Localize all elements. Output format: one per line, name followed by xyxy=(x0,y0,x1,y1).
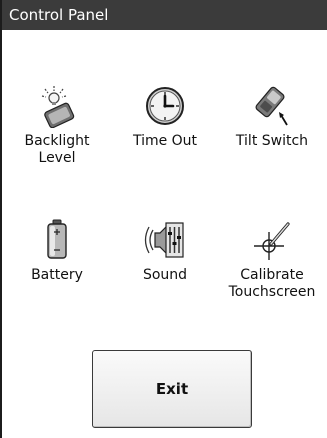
backlight-level-label: Backlight Level xyxy=(24,133,90,166)
sound-item[interactable]: Sound xyxy=(115,218,215,284)
time-out-label: Time Out xyxy=(132,133,198,149)
backlight-icon xyxy=(41,86,75,128)
calibrate-touchscreen-item[interactable]: Calibrate Touchscreen xyxy=(222,218,322,301)
window-title: Control Panel xyxy=(9,6,109,24)
exit-button[interactable]: Exit xyxy=(92,350,252,428)
calibrate-crosshair-icon xyxy=(254,222,290,260)
battery-label: Battery xyxy=(31,267,83,283)
sound-label: Sound xyxy=(142,267,188,283)
backlight-level-item[interactable]: Backlight Level xyxy=(7,84,107,167)
title-bar: Control Panel xyxy=(2,0,327,30)
tilt-switch-icon xyxy=(255,86,288,126)
speaker-icon xyxy=(144,222,184,258)
battery-icon xyxy=(47,219,67,259)
tilt-switch-item[interactable]: Tilt Switch xyxy=(222,84,322,150)
time-out-item[interactable]: Time Out xyxy=(115,84,215,150)
control-panel-window: Control Panel Backlight Level Time Out T… xyxy=(0,0,327,438)
clock-icon xyxy=(146,87,184,125)
battery-item[interactable]: Battery xyxy=(7,218,107,284)
calibrate-touchscreen-label: Calibrate Touchscreen xyxy=(228,267,316,300)
tilt-switch-label: Tilt Switch xyxy=(235,133,309,149)
